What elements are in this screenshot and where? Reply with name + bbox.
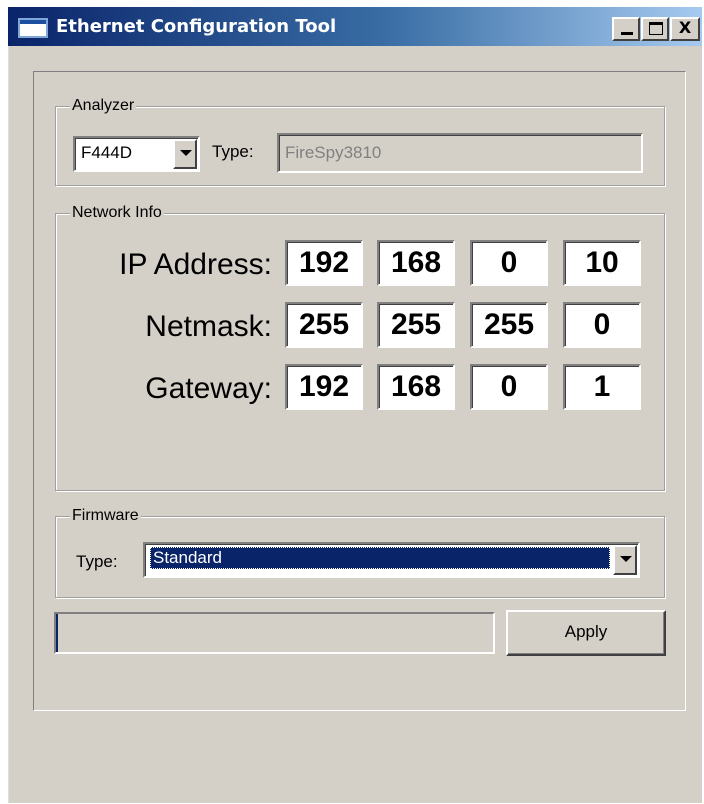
- firmware-type-label: Type:: [76, 552, 118, 571]
- firmware-type-select[interactable]: Standard: [143, 542, 640, 578]
- progress-fill: [56, 614, 58, 652]
- firmware-dropdown-button[interactable]: [613, 545, 637, 575]
- gateway-octet-4[interactable]: 1: [563, 364, 641, 410]
- minimize-button[interactable]: [612, 17, 640, 41]
- netmask-octet-1[interactable]: 255: [285, 302, 363, 348]
- gateway-label: Gateway:: [145, 372, 272, 405]
- firmware-group-label: Firmware: [70, 506, 141, 526]
- minimize-icon: [621, 32, 633, 35]
- analyzer-select[interactable]: F444D: [73, 136, 200, 172]
- gateway-octet-2[interactable]: 168: [377, 364, 455, 410]
- close-button[interactable]: X: [670, 17, 700, 41]
- ip-octet-4[interactable]: 10: [563, 240, 641, 286]
- gateway-octet-3[interactable]: 0: [470, 364, 548, 410]
- firmware-type-select-value: Standard: [150, 547, 610, 569]
- maximize-icon: [649, 22, 663, 35]
- analyzer-select-value: F444D: [81, 143, 133, 162]
- network-info-group-label: Network Info: [70, 203, 164, 223]
- netmask-octet-3[interactable]: 255: [470, 302, 548, 348]
- analyzer-type-field: [277, 133, 643, 173]
- netmask-label: Netmask:: [145, 310, 272, 343]
- gateway-octet-1[interactable]: 192: [285, 364, 363, 410]
- progress-bar: [54, 612, 495, 654]
- app-window-icon: [18, 18, 48, 38]
- analyzer-group-label: Analyzer: [70, 96, 137, 116]
- analyzer-type-label: Type:: [212, 142, 254, 161]
- ip-address-label: IP Address:: [119, 248, 272, 281]
- netmask-octet-2[interactable]: 255: [377, 302, 455, 348]
- window-title: Ethernet Configuration Tool: [56, 16, 337, 37]
- apply-button[interactable]: Apply: [506, 610, 666, 656]
- ip-octet-3[interactable]: 0: [470, 240, 548, 286]
- title-bar[interactable]: Ethernet Configuration Tool X: [8, 7, 702, 46]
- maximize-button[interactable]: [641, 17, 669, 41]
- netmask-octet-4[interactable]: 0: [563, 302, 641, 348]
- analyzer-dropdown-button[interactable]: [173, 139, 197, 169]
- ip-octet-1[interactable]: 192: [285, 240, 363, 286]
- ip-octet-2[interactable]: 168: [377, 240, 455, 286]
- close-icon: X: [678, 18, 692, 37]
